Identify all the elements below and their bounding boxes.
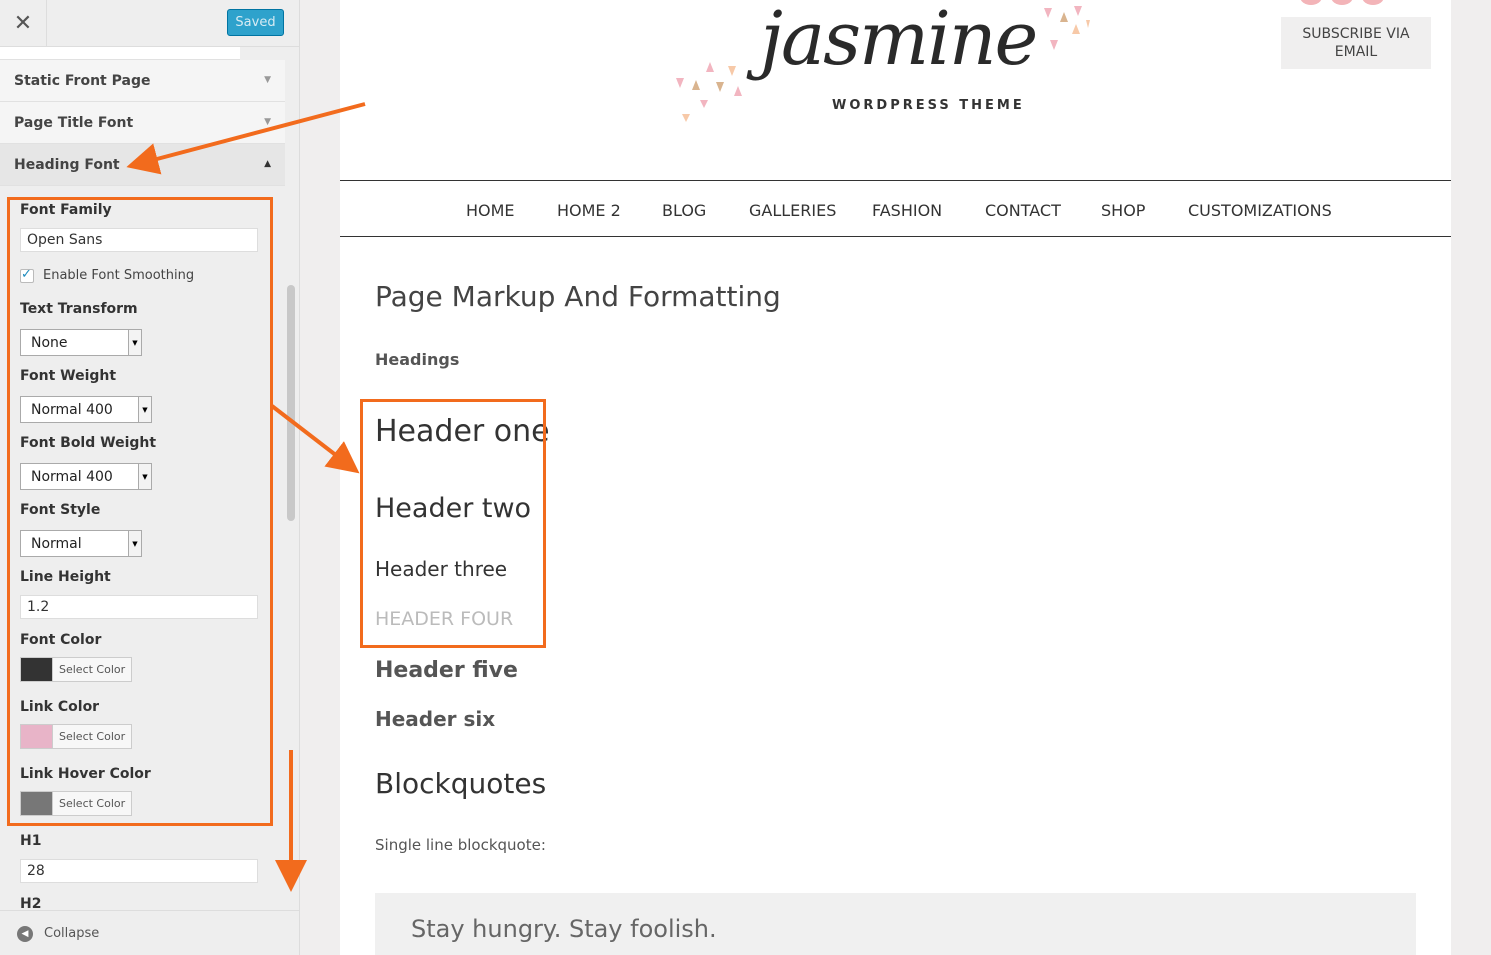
nav-blog[interactable]: BLOG [662, 201, 706, 220]
h1-size-label: H1 [20, 833, 42, 849]
select-value: Normal 400 [31, 468, 113, 485]
site-logo[interactable]: jasmine WORDPRESS THEME [670, 0, 1090, 150]
font-smoothing-row[interactable]: Enable Font Smoothing [20, 267, 195, 283]
collapse-arrow-icon: ◀ [17, 925, 33, 942]
select-value: Normal 400 [31, 401, 113, 418]
font-weight-select[interactable]: Normal 400 ▼ [20, 396, 152, 423]
line-height-label: Line Height [20, 569, 111, 585]
font-smoothing-label: Enable Font Smoothing [43, 268, 195, 283]
collapse-button[interactable]: ◀ Collapse [0, 910, 299, 955]
sidebar-header: ✕ Saved [0, 0, 299, 47]
select-color-label: Select Color [52, 725, 131, 748]
single-line-label: Single line blockquote: [375, 836, 546, 854]
sample-h5: Header five [375, 658, 518, 683]
social-icon[interactable] [1331, 0, 1353, 5]
sidebar-scrollbar[interactable] [287, 285, 295, 521]
color-swatch [21, 792, 52, 815]
nav-home-2[interactable]: HOME 2 [557, 201, 621, 220]
customizer-sidebar: ✕ Saved Static Front Page ▼ Page Title F… [0, 0, 300, 955]
link-color-picker[interactable]: Select Color [20, 724, 133, 749]
logo-script-text: jasmine [760, 0, 1038, 82]
main-navigation: HOME HOME 2 BLOG GALLERIES FASHION CONTA… [340, 180, 1451, 237]
font-family-input[interactable]: Open Sans [20, 228, 258, 252]
sidebar-scroll-area[interactable]: Static Front Page ▼ Page Title Font ▼ He… [0, 47, 285, 909]
font-color-picker[interactable]: Select Color [20, 657, 133, 682]
saved-button[interactable]: Saved [227, 9, 284, 36]
chevron-down-icon: ▼ [128, 330, 141, 355]
font-weight-label: Font Weight [20, 368, 117, 384]
font-color-label: Font Color [20, 632, 102, 648]
select-value: None [31, 334, 68, 351]
social-icon[interactable] [1362, 0, 1384, 5]
nav-contact[interactable]: CONTACT [985, 201, 1061, 220]
font-bold-weight-select[interactable]: Normal 400 ▼ [20, 463, 152, 490]
sample-h4: HEADER FOUR [375, 608, 514, 630]
text-transform-select[interactable]: None ▼ [20, 329, 142, 356]
nav-customizations[interactable]: CUSTOMIZATIONS [1188, 201, 1332, 220]
subscribe-email-button[interactable]: SUBSCRIBE VIA EMAIL [1281, 17, 1431, 69]
blockquote: Stay hungry. Stay foolish. [375, 893, 1416, 955]
font-style-label: Font Style [20, 502, 101, 518]
page-title: Page Markup And Formatting [375, 280, 781, 313]
link-color-label: Link Color [20, 699, 100, 715]
blockquotes-title: Blockquotes [375, 767, 547, 800]
text-transform-label: Text Transform [20, 301, 138, 317]
h1-size-input[interactable]: 28 [20, 859, 258, 883]
sample-h3: Header three [375, 557, 508, 581]
blockquote-text: Stay hungry. Stay foolish. [411, 915, 717, 943]
select-value: Normal [31, 535, 82, 552]
font-bold-weight-label: Font Bold Weight [20, 435, 157, 451]
color-swatch [21, 725, 52, 748]
sample-h2: Header two [375, 493, 532, 524]
nav-galleries[interactable]: GALLERIES [749, 201, 836, 220]
font-style-select[interactable]: Normal ▼ [20, 530, 142, 557]
select-color-label: Select Color [52, 658, 131, 681]
chevron-down-icon: ▼ [138, 464, 151, 489]
color-swatch [21, 658, 52, 681]
headings-label: Headings [375, 350, 460, 369]
heading-font-panel: Font Family Open Sans Enable Font Smooth… [0, 47, 285, 909]
nav-shop[interactable]: SHOP [1101, 201, 1145, 220]
link-hover-color-label: Link Hover Color [20, 766, 151, 782]
sample-h1: Header one [375, 414, 550, 449]
h2-size-label: H2 [20, 896, 42, 909]
sample-h6: Header six [375, 707, 496, 731]
link-hover-color-picker[interactable]: Select Color [20, 791, 133, 816]
close-icon[interactable]: ✕ [0, 0, 47, 46]
font-smoothing-checkbox[interactable] [20, 267, 34, 283]
chevron-down-icon: ▼ [138, 397, 151, 422]
nav-fashion[interactable]: FASHION [872, 201, 942, 220]
select-color-label: Select Color [52, 792, 131, 815]
font-family-label: Font Family [20, 202, 112, 218]
logo-subtitle: WORDPRESS THEME [832, 98, 1025, 113]
line-height-input[interactable]: 1.2 [20, 595, 258, 619]
subscribe-label: SUBSCRIBE VIA EMAIL [1302, 26, 1410, 60]
social-icon[interactable] [1300, 0, 1322, 5]
nav-home[interactable]: HOME [466, 201, 515, 220]
collapse-label: Collapse [44, 926, 100, 941]
site-preview: jasmine WORDPRESS THEME SUBSCRIBE VIA EM… [340, 0, 1451, 955]
chevron-down-icon: ▼ [128, 531, 141, 556]
